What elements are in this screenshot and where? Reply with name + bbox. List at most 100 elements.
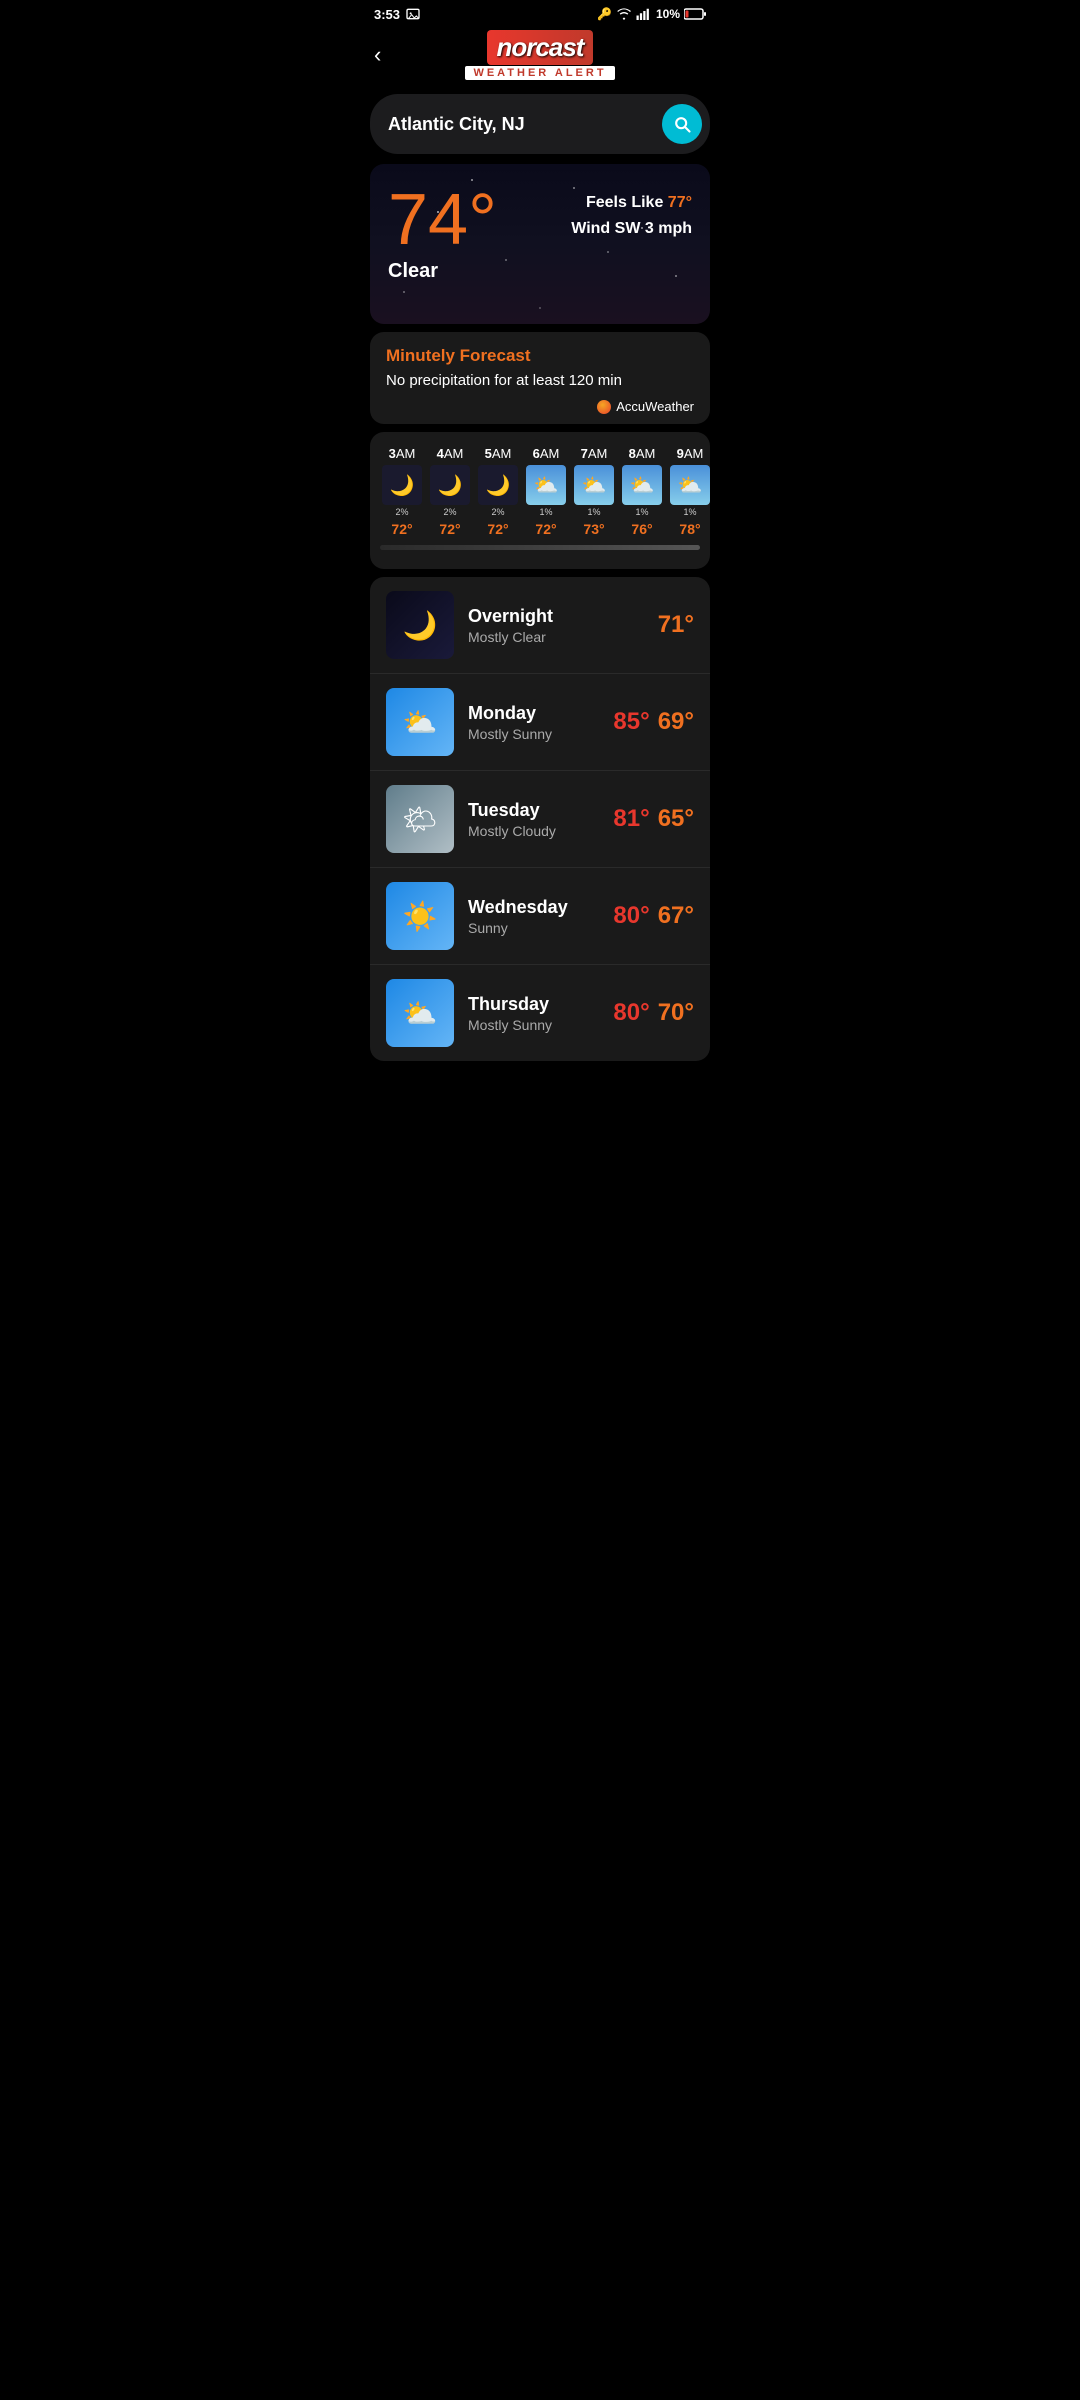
- hourly-icon: ⛅: [526, 465, 566, 505]
- hourly-time: 3AM: [389, 446, 416, 461]
- daily-low: 71°: [658, 611, 694, 639]
- daily-item: 🌙 Overnight Mostly Clear 71°: [370, 577, 710, 674]
- logo-norcast: norcast: [487, 30, 594, 65]
- daily-icon: 🌤: [386, 785, 454, 853]
- wind-info: Wind SW 3 mph: [571, 220, 692, 238]
- logo-weather-alert: WEATHER ALERT: [465, 66, 614, 80]
- hourly-time: 7AM: [581, 446, 608, 461]
- signal-icon: [636, 8, 652, 20]
- hourly-precip: 2%: [491, 507, 504, 517]
- hourly-time: 9AM: [677, 446, 704, 461]
- wind-label: Wind: [571, 220, 610, 237]
- accuweather-badge: AccuWeather: [386, 399, 694, 414]
- feels-like: Feels Like 77°: [571, 194, 692, 212]
- hourly-temp: 76°: [631, 521, 652, 537]
- back-button[interactable]: ‹: [374, 42, 381, 68]
- daily-low: 70°: [658, 999, 694, 1027]
- key-icon: 🔑: [597, 7, 612, 21]
- app-header: ‹ norcast WEATHER ALERT: [360, 26, 720, 88]
- search-button[interactable]: [662, 104, 702, 144]
- daily-day: Tuesday: [468, 800, 599, 821]
- hourly-icon: ⛅: [670, 465, 710, 505]
- current-temp: 74°: [388, 184, 497, 256]
- progress-bar: [380, 545, 700, 550]
- hourly-item: 5AM 🌙 2% 72°: [476, 446, 520, 537]
- hourly-temp: 78°: [679, 521, 700, 537]
- minutely-description: No precipitation for at least 120 min: [386, 372, 694, 389]
- hourly-temp: 72°: [487, 521, 508, 537]
- hourly-item: 8AM ⛅ 1% 76°: [620, 446, 664, 537]
- battery-display: 10%: [656, 7, 680, 21]
- daily-item: ⛅ Monday Mostly Sunny 85° 69°: [370, 674, 710, 771]
- minutely-title: Minutely Forecast: [386, 346, 694, 366]
- daily-high: 81°: [613, 805, 649, 833]
- hourly-time: 6AM: [533, 446, 560, 461]
- daily-info: Wednesday Sunny: [468, 897, 599, 936]
- daily-icon: ⛅: [386, 979, 454, 1047]
- weather-hero: 74° Clear Feels Like 77° Wind SW 3 mph: [370, 164, 710, 324]
- daily-temps: 71°: [658, 611, 694, 639]
- daily-temps: 81° 65°: [613, 805, 694, 833]
- hourly-icon: 🌙: [430, 465, 470, 505]
- hourly-icon: ⛅: [622, 465, 662, 505]
- daily-temps: 85° 69°: [613, 708, 694, 736]
- daily-low: 67°: [658, 902, 694, 930]
- feels-like-value: 77°: [668, 194, 692, 211]
- search-icon: [672, 114, 692, 134]
- wind-value: SW 3 mph: [615, 220, 692, 237]
- hourly-precip: 1%: [587, 507, 600, 517]
- daily-info: Overnight Mostly Clear: [468, 606, 644, 645]
- status-icons: 🔑 10%: [597, 7, 706, 21]
- battery-icon: [684, 8, 706, 20]
- daily-day: Wednesday: [468, 897, 599, 918]
- daily-high: 85°: [613, 708, 649, 736]
- hourly-scroll-container[interactable]: 3AM 🌙 2% 72° 4AM 🌙 2% 72° 5AM 🌙 2%: [370, 446, 710, 537]
- hourly-bar: [370, 537, 710, 557]
- hourly-icon: ⛅: [574, 465, 614, 505]
- daily-icon: 🌙: [386, 591, 454, 659]
- hourly-icon: 🌙: [382, 465, 422, 505]
- current-condition: Clear: [388, 260, 497, 283]
- hourly-forecast-card: 3AM 🌙 2% 72° 4AM 🌙 2% 72° 5AM 🌙 2%: [370, 432, 710, 569]
- minutely-forecast-card: Minutely Forecast No precipitation for a…: [370, 332, 710, 424]
- status-time: 3:53: [374, 6, 421, 22]
- daily-condition: Mostly Clear: [468, 629, 644, 645]
- hourly-item: 9AM ⛅ 1% 78°: [668, 446, 710, 537]
- photo-icon: [405, 6, 421, 22]
- hourly-time: 5AM: [485, 446, 512, 461]
- hourly-precip: 1%: [683, 507, 696, 517]
- hourly-precip: 2%: [443, 507, 456, 517]
- hourly-temp: 72°: [535, 521, 556, 537]
- hourly-item: 6AM ⛅ 1% 72°: [524, 446, 568, 537]
- wifi-icon: [616, 8, 632, 20]
- daily-item: ☀️ Wednesday Sunny 80° 67°: [370, 868, 710, 965]
- status-bar: 3:53 🔑 10%: [360, 0, 720, 26]
- accuweather-logo-dot: [597, 400, 611, 414]
- daily-icon: ⛅: [386, 688, 454, 756]
- daily-high: 80°: [613, 902, 649, 930]
- daily-condition: Mostly Sunny: [468, 1017, 599, 1033]
- app-logo: norcast WEATHER ALERT: [465, 30, 614, 80]
- daily-icon: ☀️: [386, 882, 454, 950]
- hourly-precip: 1%: [635, 507, 648, 517]
- hourly-item: 7AM ⛅ 1% 73°: [572, 446, 616, 537]
- hourly-time: 4AM: [437, 446, 464, 461]
- location-text: Atlantic City, NJ: [388, 114, 654, 135]
- hourly-temp: 72°: [439, 521, 460, 537]
- daily-day: Overnight: [468, 606, 644, 627]
- hourly-precip: 2%: [395, 507, 408, 517]
- feels-like-label: Feels Like: [586, 194, 663, 211]
- time-display: 3:53: [374, 7, 400, 22]
- daily-day: Monday: [468, 703, 599, 724]
- hourly-item: 3AM 🌙 2% 72°: [380, 446, 424, 537]
- daily-condition: Mostly Sunny: [468, 726, 599, 742]
- daily-low: 65°: [658, 805, 694, 833]
- daily-condition: Sunny: [468, 920, 599, 936]
- hourly-icon: 🌙: [478, 465, 518, 505]
- daily-condition: Mostly Cloudy: [468, 823, 599, 839]
- search-bar[interactable]: Atlantic City, NJ: [370, 94, 710, 154]
- daily-forecast-card: 🌙 Overnight Mostly Clear 71° ⛅ Monday Mo…: [370, 577, 710, 1061]
- hourly-time: 8AM: [629, 446, 656, 461]
- daily-day: Thursday: [468, 994, 599, 1015]
- accuweather-label: AccuWeather: [616, 399, 694, 414]
